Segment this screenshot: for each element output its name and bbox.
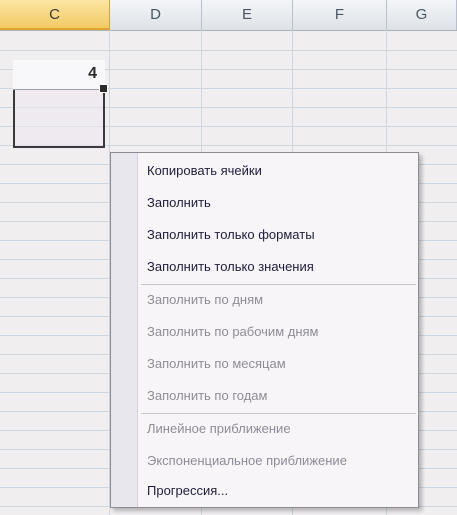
cell-value: 4 [88,65,97,82]
column-header-e[interactable]: E [202,0,293,30]
active-cell[interactable]: 4 [13,60,105,90]
menu-item-series[interactable]: Прогрессия... [147,479,412,503]
menu-item-linear-trend: Линейное приближение [147,421,291,436]
autofill-handle[interactable] [99,84,108,93]
menu-item-growth-trend: Экспоненциальное приближение [147,453,347,468]
menu-item-fill-years: Заполнить по годам [147,388,268,403]
menu-item-fill-formats-only[interactable]: Заполнить только форматы [147,223,412,247]
menu-item-copy-cells[interactable]: Копировать ячейки [147,159,412,183]
menu-item-fill[interactable]: Заполнить [147,191,412,215]
menu-item-fill-weekdays: Заполнить по рабочим дням [147,324,319,339]
column-header-d[interactable]: D [110,0,202,30]
menu-icon-gutter [111,153,138,507]
autofill-context-menu: Копировать ячейки Заполнить Заполнить то… [110,152,419,508]
menu-item-fill-months: Заполнить по месяцам [147,356,286,371]
menu-item-fill-days: Заполнить по дням [147,292,264,307]
menu-separator [141,413,416,414]
column-header-f[interactable]: F [293,0,387,30]
column-header-row: C D E F G [0,0,457,31]
menu-separator [141,284,416,285]
column-header-g[interactable]: G [387,0,457,30]
menu-item-fill-values-only[interactable]: Заполнить только значения [147,255,412,279]
column-header-c[interactable]: C [0,0,110,30]
